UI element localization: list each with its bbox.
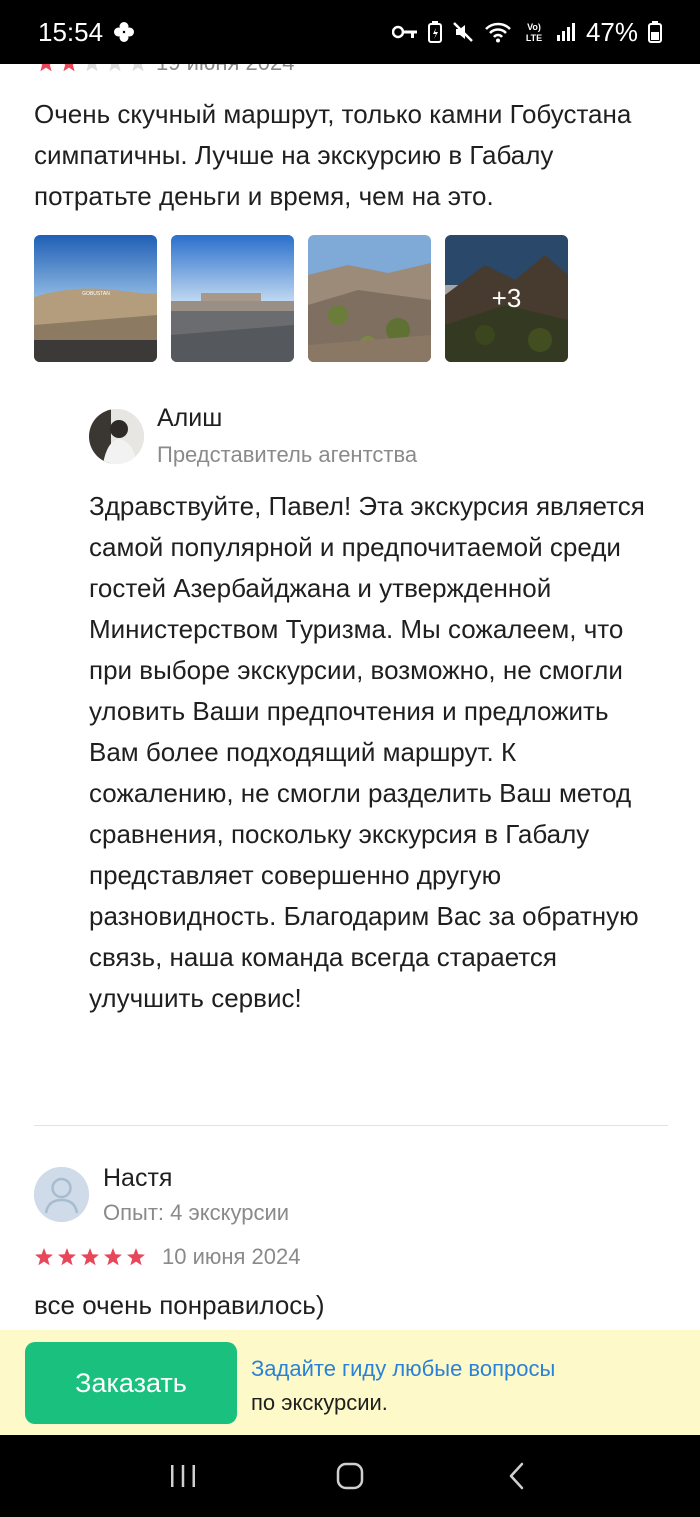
volte-icon: Vo) LTE [522, 20, 546, 44]
review-rating: 10 июня 2024 [34, 1244, 301, 1270]
svg-text:LTE: LTE [526, 33, 542, 43]
clover-icon [113, 21, 135, 43]
star-filled-icon [127, 1248, 145, 1266]
review-author-experience: Опыт: 4 экскурсии [103, 1200, 290, 1225]
svg-text:Vo): Vo) [527, 22, 541, 32]
divider [34, 1125, 668, 1126]
order-button[interactable]: Заказать [25, 1342, 237, 1424]
ask-guide: Задайте гиду любые вопросы по экскурсии. [251, 1352, 555, 1420]
bottom-action-bar: Заказать Задайте гиду любые вопросы по э… [0, 1330, 700, 1435]
back-icon[interactable] [487, 1446, 547, 1506]
status-time: 15:54 [38, 16, 104, 47]
wifi-icon [484, 21, 512, 43]
more-photos-count: +3 [445, 235, 568, 362]
reviews-scroll-area[interactable]: 19 июня 2024 Очень скучный маршрут, толь… [0, 64, 700, 1330]
review-date: 19 июня 2024 [156, 64, 295, 76]
recent-apps-icon[interactable] [153, 1446, 213, 1506]
star-empty-icon [86, 64, 98, 72]
reply-author-role: Представитель агентства [157, 442, 418, 467]
reply-author-name: Алиш [157, 404, 223, 432]
signal-icon [556, 22, 576, 42]
star-filled-icon [104, 1248, 122, 1266]
review-author-name: Настя [103, 1164, 173, 1192]
avatar [34, 1167, 89, 1222]
rating-stars [34, 1247, 146, 1267]
system-nav-bar [0, 1435, 700, 1517]
review-text: Очень скучный маршрут, только камни Гобу… [34, 99, 632, 211]
star-empty-icon [132, 64, 144, 72]
avatar [89, 409, 144, 464]
review-photo[interactable] [171, 235, 294, 362]
review-photo[interactable]: GOBUSTAN [34, 235, 157, 362]
star-filled-icon [63, 64, 75, 72]
svg-text:GOBUSTAN: GOBUSTAN [82, 291, 110, 297]
battery-icon [648, 21, 662, 43]
battery-percent: 47% [585, 16, 638, 47]
status-bar: 15:54 Vo) LTE 47% [0, 0, 700, 64]
star-filled-icon [81, 1248, 99, 1266]
ask-guide-subtext: по экскурсии. [251, 1390, 388, 1415]
ask-guide-link[interactable]: Задайте гиду любые вопросы [251, 1352, 555, 1386]
review-photo[interactable] [308, 235, 431, 362]
mute-icon [452, 21, 474, 43]
review-text: все очень понравилось) [34, 1290, 325, 1320]
review-photo-more[interactable]: +3 [445, 235, 568, 362]
reply-text: Здравствуйте, Павел! Эта экскурсия являе… [89, 491, 645, 1013]
star-filled-icon [58, 1248, 76, 1266]
home-icon[interactable] [320, 1446, 380, 1506]
review-rating: 19 июня 2024 [36, 64, 295, 76]
star-filled-icon [40, 64, 52, 72]
battery-saver-icon [427, 21, 442, 43]
star-empty-icon [109, 64, 121, 72]
rating-stars [36, 64, 148, 73]
review-photos: GOBUSTAN +3 [34, 235, 568, 362]
review-date: 10 июня 2024 [162, 1244, 301, 1269]
star-filled-icon [35, 1248, 53, 1266]
key-icon [391, 24, 418, 40]
